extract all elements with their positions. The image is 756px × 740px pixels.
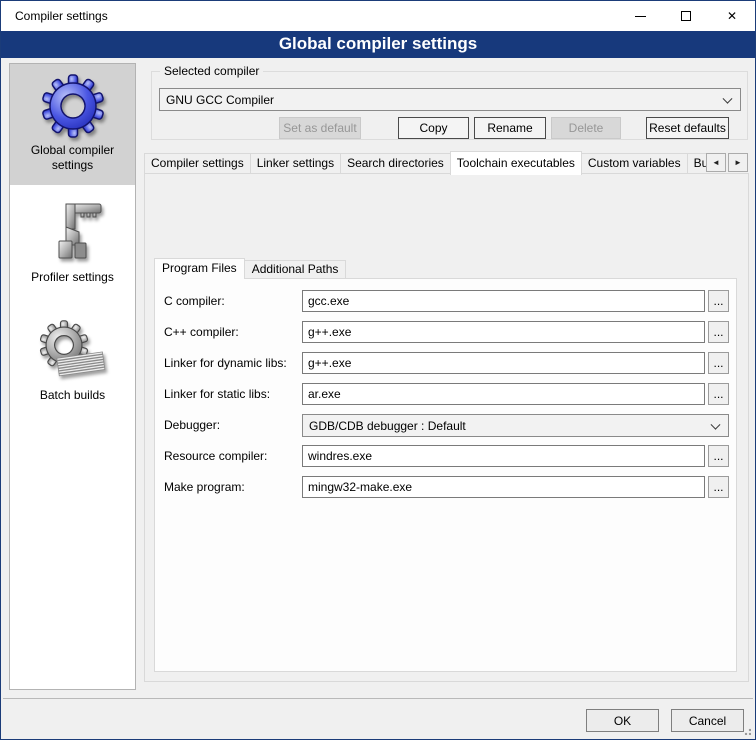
sidebar-item-global-compiler-settings[interactable]: Global compiler settings: [10, 64, 135, 185]
subtab-additional-paths[interactable]: Additional Paths: [244, 260, 347, 278]
caliper-icon: [10, 199, 135, 268]
debugger-label: Debugger:: [164, 414, 220, 437]
tab-scroll-controls: ◄ ►: [706, 153, 748, 172]
window-title: Compiler settings: [15, 9, 108, 23]
tab-compiler-settings[interactable]: Compiler settings: [144, 153, 251, 173]
resize-grip[interactable]: [742, 726, 751, 735]
cancel-button[interactable]: Cancel: [671, 709, 744, 732]
field-row: Linker for dynamic libs:...: [155, 352, 736, 375]
cpp-compiler-label: C++ compiler:: [164, 321, 239, 344]
cpp-compiler-input[interactable]: [302, 321, 705, 343]
static-linker-browse-button[interactable]: ...: [708, 383, 729, 405]
selected-compiler-legend: Selected compiler: [160, 64, 263, 78]
compiler-select[interactable]: GNU GCC Compiler: [159, 88, 741, 111]
main-tabstrip: Compiler settingsLinker settingsSearch d…: [144, 151, 706, 175]
copy-button[interactable]: Copy: [398, 117, 469, 139]
dynamic-linker-input[interactable]: [302, 352, 705, 374]
compiler-select-value: GNU GCC Compiler: [166, 93, 274, 107]
sidebar-item-profiler-settings[interactable]: Profiler settings: [10, 185, 135, 297]
close-icon: ✕: [727, 10, 737, 22]
gear-stack-icon: [10, 319, 135, 386]
cpp-compiler-browse-button[interactable]: ...: [708, 321, 729, 343]
make-program-browse-button[interactable]: ...: [708, 476, 729, 498]
minimize-button[interactable]: [617, 1, 663, 31]
resource-compiler-label: Resource compiler:: [164, 445, 267, 468]
sidebar-item-label: Batch builds: [10, 386, 135, 411]
field-row: Make program:...: [155, 476, 736, 499]
chevron-down-icon: [723, 93, 733, 103]
resource-compiler-input[interactable]: [302, 445, 705, 467]
field-row: C++ compiler:...: [155, 321, 736, 344]
make-program-input[interactable]: [302, 476, 705, 498]
field-row: Linker for static libs:...: [155, 383, 736, 406]
tabs-scroll-right-button[interactable]: ►: [728, 153, 748, 172]
reset-defaults-button[interactable]: Reset defaults: [646, 117, 729, 139]
tab-custom-variables[interactable]: Custom variables: [581, 153, 688, 173]
debugger-value: GDB/CDB debugger : Default: [309, 419, 466, 433]
maximize-icon: [681, 11, 691, 21]
dialog-header: Global compiler settings: [1, 31, 755, 58]
tab-toolchain-executables[interactable]: Toolchain executables: [450, 151, 582, 175]
program-files-page: C compiler:...C++ compiler:...Linker for…: [154, 278, 737, 672]
ok-button[interactable]: OK: [586, 709, 659, 732]
debugger-select[interactable]: GDB/CDB debugger : Default: [302, 414, 729, 437]
arrow-left-icon: ◄: [712, 158, 720, 167]
rename-button[interactable]: Rename: [474, 117, 546, 139]
sidebar: Global compiler settings Profiler settin…: [9, 63, 136, 690]
compiler-settings-window: Compiler settings ✕ Global compiler sett…: [0, 0, 756, 740]
sidebar-item-label: Global compiler settings: [10, 141, 135, 181]
c-compiler-browse-button[interactable]: ...: [708, 290, 729, 312]
c-compiler-label: C compiler:: [164, 290, 225, 313]
set-as-default-button[interactable]: Set as default: [279, 117, 361, 139]
dynamic-linker-browse-button[interactable]: ...: [708, 352, 729, 374]
subtab-program-files[interactable]: Program Files: [154, 258, 245, 279]
tab-search-directories[interactable]: Search directories: [340, 153, 451, 173]
maximize-button[interactable]: [663, 1, 709, 31]
field-row: Debugger: GDB/CDB debugger : Default: [155, 414, 736, 437]
resource-compiler-browse-button[interactable]: ...: [708, 445, 729, 467]
footer-divider: [3, 698, 753, 699]
delete-button[interactable]: Delete: [551, 117, 621, 139]
titlebar: Compiler settings ✕: [1, 1, 755, 31]
tab-linker-settings[interactable]: Linker settings: [250, 153, 341, 173]
chevron-down-icon: [711, 419, 721, 429]
tab-build[interactable]: Build: [687, 153, 706, 173]
sidebar-item-batch-builds[interactable]: Batch builds: [10, 297, 135, 427]
field-row: Resource compiler:...: [155, 445, 736, 468]
gear-icon: [10, 74, 135, 141]
make-program-label: Make program:: [164, 476, 245, 499]
close-button[interactable]: ✕: [709, 1, 755, 31]
sidebar-item-label: Profiler settings: [10, 268, 135, 293]
window-controls: ✕: [617, 1, 755, 31]
field-row: C compiler:...: [155, 290, 736, 313]
minimize-icon: [635, 16, 646, 17]
tabs-scroll-left-button[interactable]: ◄: [706, 153, 726, 172]
c-compiler-input[interactable]: [302, 290, 705, 312]
dynamic-linker-label: Linker for dynamic libs:: [164, 352, 287, 375]
static-linker-label: Linker for static libs:: [164, 383, 270, 406]
files-tabstrip: Program FilesAdditional Paths: [154, 258, 346, 279]
static-linker-input[interactable]: [302, 383, 705, 405]
arrow-right-icon: ►: [734, 158, 742, 167]
